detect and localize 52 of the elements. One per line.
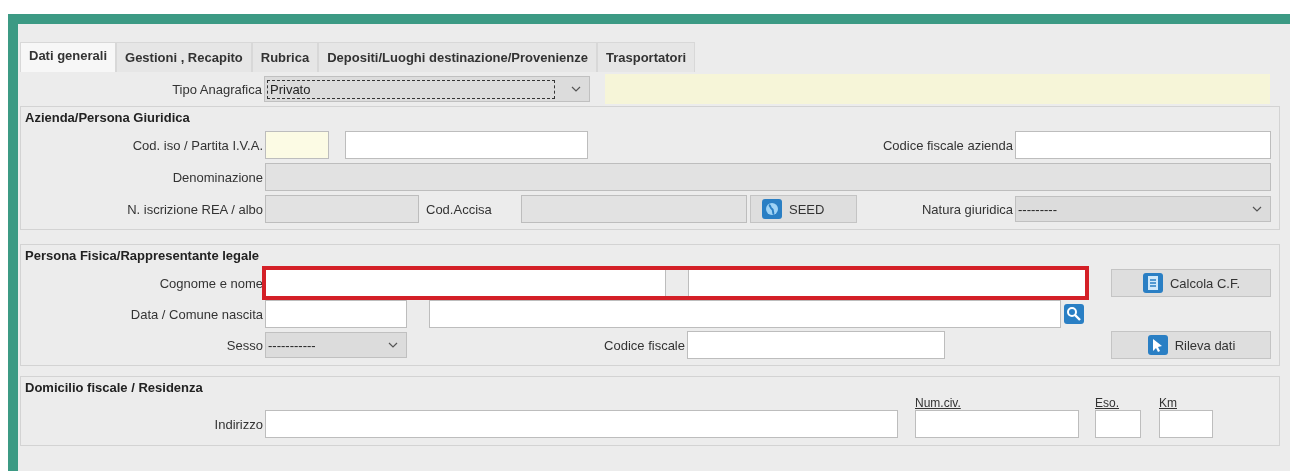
section-title: Persona Fisica/Rappresentante legale	[24, 247, 261, 265]
tab[interactable]: Dati generali	[20, 42, 117, 72]
calculate-tax-code-button[interactable]: Calcola C.F.	[1111, 269, 1271, 297]
chevron-icon	[571, 86, 581, 92]
field-label: Num.civ.	[915, 396, 962, 410]
chevron-icon	[1252, 206, 1262, 212]
birth-place-field[interactable]	[429, 300, 1061, 328]
iso-code-field[interactable]	[265, 131, 329, 159]
field-label: Codice fiscale azienda	[882, 137, 1014, 153]
field-label: Denominazione	[171, 169, 264, 185]
search-icon	[1063, 303, 1085, 325]
field-label: Sesso	[225, 337, 264, 353]
search-button[interactable]	[1063, 303, 1085, 325]
street-number-field[interactable]	[915, 410, 1079, 438]
company-name-field[interactable]	[265, 163, 1271, 191]
field-label: Codice fiscale	[603, 337, 686, 353]
sex-dropdown[interactable]: -----------	[265, 332, 407, 358]
type-dropdown[interactable]: Privato	[264, 76, 590, 102]
field-label: Data / Comune nascita	[129, 306, 264, 322]
field-label: Natura giuridica	[921, 201, 1014, 217]
field-label: N. iscrizione REA / albo	[126, 201, 264, 217]
address-field[interactable]	[265, 410, 898, 438]
tab[interactable]: Rubrica	[251, 42, 319, 72]
field-label: Cod. iso / Partita I.V.A.	[131, 137, 264, 153]
vat-number-field[interactable]	[345, 131, 588, 159]
globe-icon	[761, 198, 783, 220]
field-label: Cognome e nome	[158, 275, 264, 291]
section-title: Azienda/Persona Giuridica	[24, 109, 191, 127]
tab[interactable]: Trasportatori	[596, 42, 696, 72]
surname-field[interactable]	[265, 269, 666, 297]
tax-code-field[interactable]	[1015, 131, 1271, 159]
field-label: Eso.	[1095, 396, 1120, 410]
tax-code-field[interactable]	[687, 331, 945, 359]
pointer-icon	[1146, 334, 1169, 356]
section-title: Domicilio fiscale / Residenza	[24, 379, 204, 397]
rea-number-field[interactable]	[265, 195, 419, 223]
field-label: Tipo Anagrafica	[171, 81, 263, 97]
field-label: Cod.Accisa	[426, 201, 493, 217]
eso-field[interactable]	[1095, 410, 1141, 438]
km-field[interactable]	[1159, 410, 1213, 438]
field-label: Indirizzo	[213, 416, 264, 432]
seed-button[interactable]: SEED	[750, 195, 857, 223]
field-label: Km	[1159, 396, 1178, 410]
birth-date-field[interactable]	[265, 300, 407, 328]
first-name-field[interactable]	[688, 269, 1086, 297]
calculator-icon	[1141, 272, 1164, 294]
legal-form-dropdown[interactable]: ---------	[1015, 196, 1271, 222]
chevron-icon	[388, 342, 398, 348]
tab[interactable]: Gestioni , Recapito	[116, 42, 252, 72]
retrieve-data-button[interactable]: Rileva dati	[1111, 331, 1271, 359]
tab[interactable]: Depositi/Luoghi destinazione/Provenienze	[318, 42, 597, 72]
excise-code-field[interactable]	[521, 195, 747, 223]
